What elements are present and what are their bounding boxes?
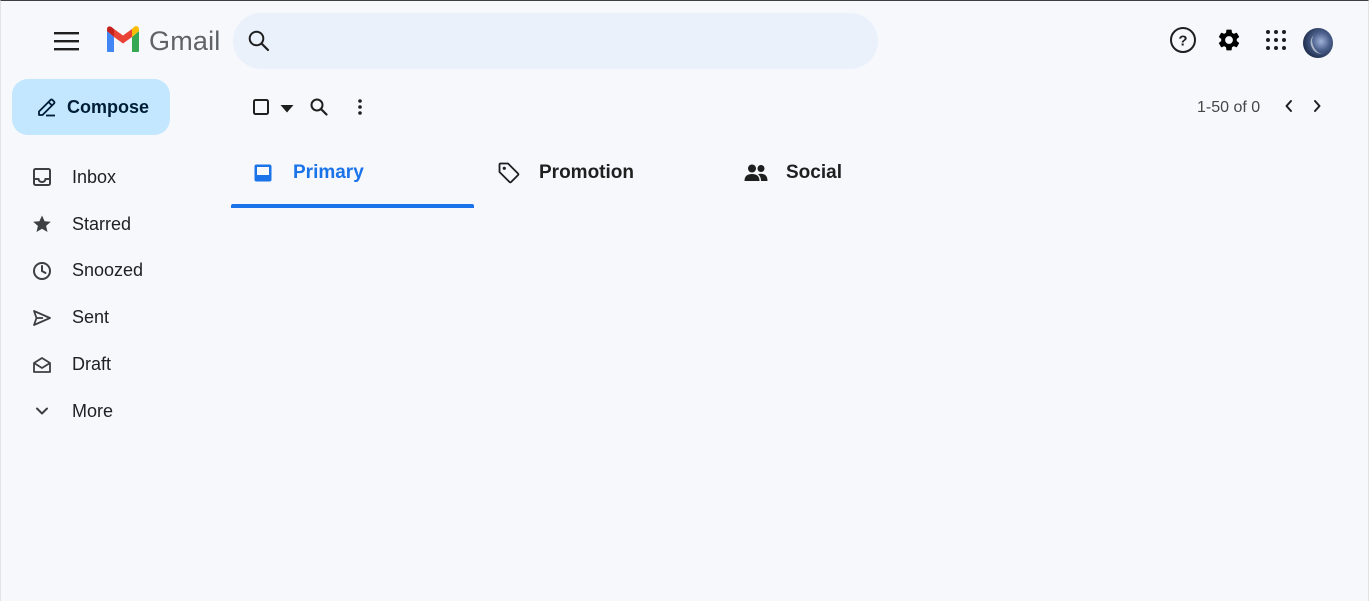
apps-icon: [1265, 29, 1287, 56]
compose-label: Compose: [67, 96, 150, 117]
gmail-logo[interactable]: Gmail: [105, 25, 221, 58]
help-button[interactable]: ?: [1163, 22, 1203, 62]
apps-button[interactable]: [1256, 22, 1296, 62]
checkbox-icon: [253, 98, 269, 120]
sidebar-item-label: Inbox: [72, 166, 117, 187]
clock-icon: [31, 260, 53, 282]
svg-text:?: ?: [1178, 32, 1187, 49]
sidebar-nav: Inbox Starred Snoozed Sent Draft More: [1, 154, 221, 435]
send-icon: [31, 307, 53, 329]
caret-down-icon: [280, 100, 294, 118]
sidebar-item-label: Draft: [72, 354, 112, 375]
search-icon[interactable]: [233, 13, 285, 69]
sidebar-item-snoozed[interactable]: Snoozed: [1, 248, 221, 295]
sidebar-item-label: Snoozed: [72, 260, 144, 281]
tab-label: Social: [786, 162, 842, 183]
select-dropdown-button[interactable]: [276, 97, 298, 121]
people-icon: [744, 161, 768, 185]
toolbar-search-button[interactable]: [304, 94, 334, 124]
more-options-button[interactable]: [345, 94, 375, 124]
active-tab-indicator: [231, 204, 474, 208]
app-name: Gmail: [149, 26, 221, 56]
sidebar-item-label: More: [72, 400, 114, 421]
tab-label: Promotion: [539, 162, 634, 183]
help-icon: ?: [1169, 26, 1197, 59]
pagination-info: 1-50 of 0: [1197, 99, 1261, 116]
menu-icon: [54, 31, 80, 56]
more-vert-icon: [358, 98, 362, 120]
pencil-icon: [36, 96, 58, 118]
sidebar-item-starred[interactable]: Starred: [1, 201, 221, 248]
sidebar-item-draft[interactable]: Draft: [1, 341, 221, 388]
inbox-icon: [251, 161, 275, 185]
tab-promotion[interactable]: Promotion: [474, 141, 717, 205]
search-input[interactable]: [285, 20, 878, 62]
gmail-m-icon: [105, 25, 141, 58]
inbox-icon: [31, 166, 53, 188]
tag-icon: [497, 161, 521, 185]
draft-icon: [31, 354, 53, 376]
settings-button[interactable]: [1209, 22, 1249, 62]
sidebar-item-sent[interactable]: Sent: [1, 294, 221, 341]
gmail-window: Gmail ? Compose Inbox Starred Snoozed Se…: [0, 0, 1369, 601]
tab-social[interactable]: Social: [717, 141, 960, 205]
avatar[interactable]: [1303, 28, 1333, 58]
compose-button[interactable]: Compose: [12, 79, 170, 135]
sidebar-item-label: Sent: [72, 307, 110, 328]
chevron-left-icon: [1284, 99, 1294, 118]
tab-label: Primary: [293, 162, 364, 183]
select-all-checkbox[interactable]: [247, 95, 275, 123]
next-page-button[interactable]: [1305, 95, 1329, 121]
settings-icon: [1216, 27, 1242, 58]
sidebar-item-label: Starred: [72, 213, 132, 234]
main-menu-button[interactable]: [43, 19, 91, 67]
sidebar-item-more[interactable]: More: [1, 388, 221, 435]
star-icon: [31, 213, 53, 235]
search-icon: [310, 98, 328, 121]
prev-page-button[interactable]: [1277, 95, 1301, 121]
chevron-right-icon: [1312, 99, 1322, 118]
chevron-down-icon: [31, 400, 53, 422]
tab-primary[interactable]: Primary: [231, 141, 474, 205]
sidebar-item-inbox[interactable]: Inbox: [1, 154, 221, 201]
search-bar[interactable]: [233, 13, 878, 69]
